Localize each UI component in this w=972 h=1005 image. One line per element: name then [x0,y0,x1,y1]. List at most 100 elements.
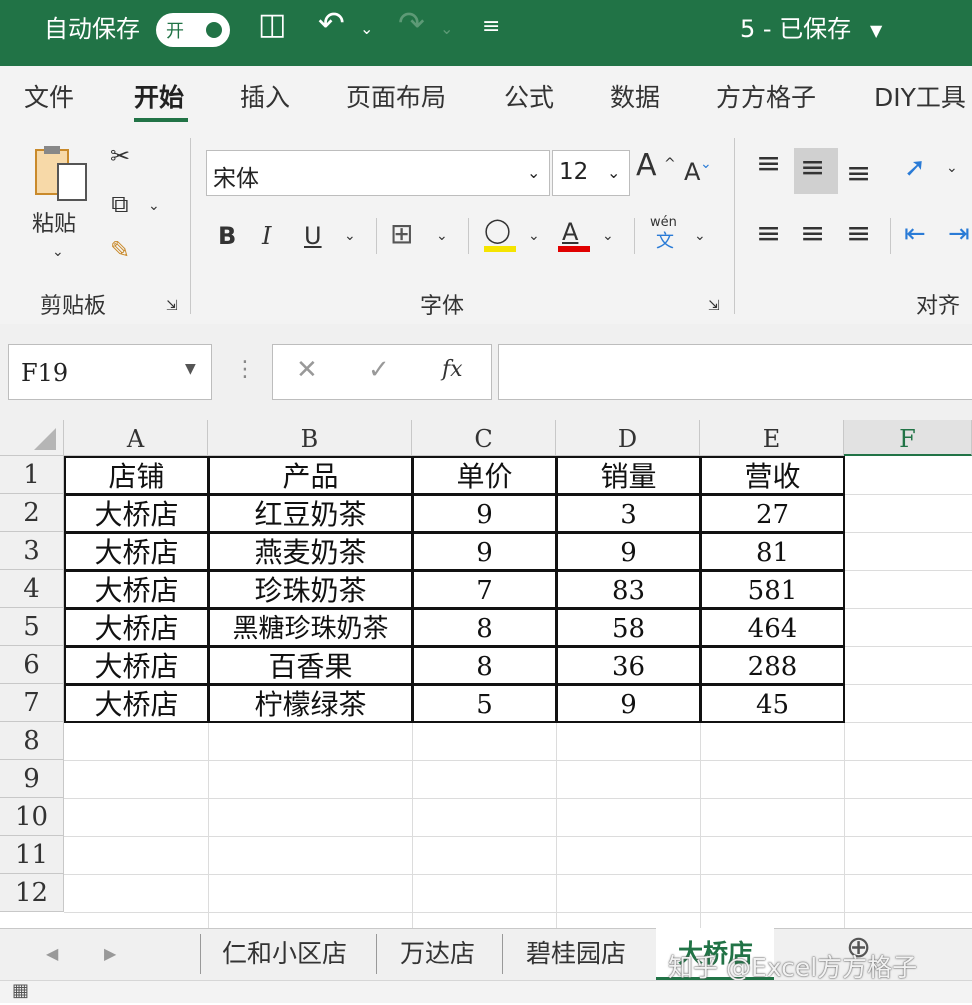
table-cell[interactable]: 7 [412,570,557,609]
row-header-5[interactable]: 5 [0,608,64,646]
prev-sheet-icon[interactable]: ◀ [46,940,58,968]
table-cell[interactable]: 大桥店 [64,608,209,647]
sheet-view-icon[interactable]: ▦ [12,977,29,1005]
table-cell[interactable]: 36 [556,646,701,685]
row-header-1[interactable]: 1 [0,456,64,494]
table-header-cell[interactable]: 产品 [208,456,413,495]
table-cell[interactable]: 百香果 [208,646,413,685]
clipboard-launcher-icon[interactable]: ⇲ [166,298,178,314]
table-cell[interactable]: 9 [412,494,557,533]
format-painter-icon[interactable]: ✎ [104,236,136,264]
column-header-e[interactable]: E [700,420,844,456]
row-header-10[interactable]: 10 [0,798,64,836]
sheet-tab-biguiyuan[interactable]: 碧桂园店 [526,934,626,970]
increase-indent-icon[interactable]: ⇥ [948,220,970,248]
redo-dropdown-icon[interactable]: ⌄ [440,14,453,44]
paste-icon[interactable] [34,144,88,202]
table-cell[interactable]: 464 [700,608,845,647]
column-header-a[interactable]: A [64,420,208,456]
table-cell[interactable]: 288 [700,646,845,685]
table-cell[interactable]: 黑糖珍珠奶茶 [208,608,413,647]
align-top-icon[interactable]: ≡ [756,149,781,179]
font-color-icon[interactable]: A [562,218,578,246]
table-cell[interactable]: 9 [556,532,701,571]
table-header-cell[interactable]: 营收 [700,456,845,495]
enter-icon[interactable]: ✓ [368,356,390,384]
table-cell[interactable]: 大桥店 [64,494,209,533]
sheet-tab-wanda[interactable]: 万达店 [400,934,475,970]
cancel-icon[interactable]: ✕ [296,356,318,384]
align-right-icon[interactable]: ≡ [846,219,871,249]
column-header-c[interactable]: C [412,420,556,456]
table-cell[interactable]: 柠檬绿茶 [208,684,413,723]
tab-home[interactable]: 开始 [134,78,184,114]
tab-page-layout[interactable]: 页面布局 [346,78,446,114]
table-cell[interactable]: 大桥店 [64,570,209,609]
tab-file[interactable]: 文件 [24,78,74,114]
row-header-6[interactable]: 6 [0,646,64,684]
name-box[interactable]: F19 ▼ [8,344,212,400]
row-header-7[interactable]: 7 [0,684,64,722]
table-cell[interactable]: 大桥店 [64,646,209,685]
insert-function-icon[interactable]: fx [442,356,463,384]
row-header-11[interactable]: 11 [0,836,64,874]
table-cell[interactable]: 81 [700,532,845,571]
table-cell[interactable]: 9 [556,684,701,723]
row-header-8[interactable]: 8 [0,722,64,760]
column-header-b[interactable]: B [208,420,412,456]
save-icon[interactable]: ◫ [258,10,286,40]
redo-icon[interactable]: ↷ [398,7,425,39]
table-header-cell[interactable]: 销量 [556,456,701,495]
fill-color-dropdown-icon[interactable]: ⌄ [528,228,540,244]
table-cell[interactable]: 3 [556,494,701,533]
table-cell[interactable]: 8 [412,646,557,685]
font-color-dropdown-icon[interactable]: ⌄ [602,228,614,244]
table-cell[interactable]: 燕麦奶茶 [208,532,413,571]
borders-icon[interactable]: ⊞ [390,220,413,248]
table-cell[interactable]: 8 [412,608,557,647]
row-header-4[interactable]: 4 [0,570,64,608]
font-name-dropdown-icon[interactable]: ⌄ [527,163,540,182]
font-size-dropdown-icon[interactable]: ⌄ [607,163,620,182]
font-size-box[interactable]: 12 ⌄ [552,150,630,196]
table-cell[interactable]: 5 [412,684,557,723]
table-cell[interactable]: 珍珠奶茶 [208,570,413,609]
orientation-icon[interactable]: ➚ [904,154,926,182]
table-cell[interactable]: 581 [700,570,845,609]
row-header-2[interactable]: 2 [0,494,64,532]
table-cell[interactable]: 27 [700,494,845,533]
font-launcher-icon[interactable]: ⇲ [708,298,720,314]
table-header-cell[interactable]: 单价 [412,456,557,495]
document-title[interactable]: 5 - 已保存 [740,14,851,44]
borders-dropdown-icon[interactable]: ⌄ [436,228,448,244]
align-bottom-icon[interactable]: ≡ [846,159,871,189]
undo-dropdown-icon[interactable]: ⌄ [360,14,373,44]
autosave-toggle[interactable]: 开 [156,13,230,47]
underline-icon[interactable]: U [304,222,322,250]
copy-icon[interactable]: ⧉ [104,190,136,218]
table-cell[interactable]: 9 [412,532,557,571]
formula-bar-handle-icon[interactable]: ⋮ [234,356,256,384]
tab-diy-tools[interactable]: DIY工具 [874,78,966,114]
phonetic-guide-icon[interactable]: 文 [656,232,674,252]
table-cell[interactable]: 大桥店 [64,684,209,723]
align-center-icon[interactable]: ≡ [800,219,825,249]
row-header-3[interactable]: 3 [0,532,64,570]
grow-font-icon[interactable]: A [636,151,657,181]
underline-dropdown-icon[interactable]: ⌄ [344,228,356,244]
table-cell[interactable]: 83 [556,570,701,609]
orientation-dropdown-icon[interactable]: ⌄ [946,160,958,176]
tab-fangfang[interactable]: 方方格子 [716,78,816,114]
paste-label[interactable]: 粘贴 [32,206,76,238]
bold-icon[interactable]: B [218,222,236,250]
table-cell[interactable]: 45 [700,684,845,723]
table-cell[interactable]: 58 [556,608,701,647]
fill-color-icon[interactable]: ◯ [484,216,511,244]
customize-toolbar-icon[interactable]: ≡ [482,12,500,42]
tab-formulas[interactable]: 公式 [504,78,554,114]
sheet-tab-renhe[interactable]: 仁和小区店 [222,934,347,970]
phonetic-dropdown-icon[interactable]: ⌄ [694,228,706,244]
table-cell[interactable]: 红豆奶茶 [208,494,413,533]
decrease-indent-icon[interactable]: ⇤ [904,220,926,248]
italic-icon[interactable]: I [262,222,271,250]
